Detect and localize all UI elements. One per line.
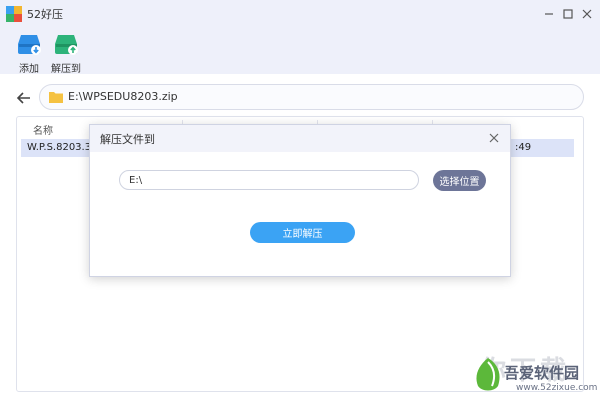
toolbar: 添加 解压到 [0,28,600,75]
choose-location-button[interactable]: 选择位置 [433,170,486,191]
extract-to-label: 解压到 [51,64,81,75]
back-arrow-icon[interactable] [14,88,34,108]
close-icon [489,133,499,143]
title-bar: 52好压 [0,0,600,28]
watermark-url: www.52zixue.com [516,383,598,393]
add-archive-icon [18,35,41,55]
add-label: 添加 [19,64,39,75]
column-header-name[interactable]: 名称 [33,122,53,137]
extract-now-button[interactable]: 立即解压 [250,222,355,243]
dialog-close-button[interactable] [484,128,504,148]
watermark: 吾爱软件园 www.52zixue.com [468,350,598,398]
close-icon [582,9,592,19]
file-modified-cell: :49 [515,142,532,153]
watermark-logo-icon [476,358,500,391]
extract-to-icon [55,35,78,55]
dialog-header: 解压文件到 [90,125,510,152]
add-button[interactable]: 添加 [9,31,49,75]
extract-to-button[interactable]: 解压到 [46,31,86,75]
folder-icon [49,92,63,103]
window-title: 52好压 [27,8,63,21]
minimize-icon [545,13,553,15]
app-logo-icon [6,6,22,22]
maximize-button[interactable] [558,4,578,24]
watermark-text: 吾爱软件园 [504,364,580,382]
path-text: E:\WPSEDU8203.zip [68,90,178,103]
main-window: 52好压 添加 解压到 E:\WPSEDU8203.zip 名称 W.P.S.8… [0,0,600,400]
dialog-title: 解压文件到 [100,133,155,146]
destination-input[interactable] [119,170,419,190]
extract-dialog: 解压文件到 选择位置 立即解压 [89,124,511,277]
window-close-button[interactable] [577,4,597,24]
minimize-button[interactable] [539,4,559,24]
maximize-icon [563,9,573,19]
path-bar[interactable]: E:\WPSEDU8203.zip [39,84,584,110]
